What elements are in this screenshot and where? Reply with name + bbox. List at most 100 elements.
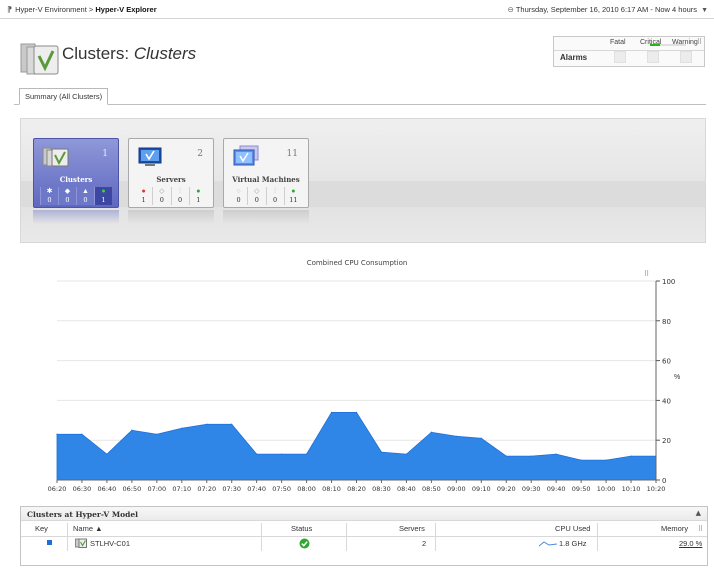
data-point xyxy=(206,423,208,425)
breadcrumb-separator: > xyxy=(88,5,94,14)
data-point xyxy=(56,433,58,435)
row-name[interactable]: STLHV-C01 xyxy=(90,539,130,548)
critical-state-icon: ◇ xyxy=(159,188,165,195)
critical-state-icon: ◆ xyxy=(64,188,71,195)
sort-ascending-icon: ▲ xyxy=(95,524,103,533)
stat-unknown[interactable]: ○ 0 xyxy=(230,187,247,205)
tab-strip xyxy=(14,104,706,105)
data-point xyxy=(480,437,482,439)
clusters-grid-panel: Clusters at Hyper-V Model ▲ ⠿ Key Name ▲… xyxy=(20,506,708,566)
tile-servers-stats: ● 1 ◇ 0 ⁞ 0 ● 1 xyxy=(135,187,207,205)
column-key[interactable]: Key xyxy=(35,524,48,536)
column-name[interactable]: Name ▲ xyxy=(73,524,103,536)
warning-state-icon: ▲ xyxy=(82,188,89,195)
stat-critical[interactable]: ◇ 0 xyxy=(247,187,265,205)
y-tick-label: 20 xyxy=(662,437,671,445)
column-divider xyxy=(67,523,68,551)
data-point xyxy=(231,423,233,425)
tile-servers-label: Servers xyxy=(156,175,186,184)
x-tick-label: 09:30 xyxy=(522,485,541,493)
error-state-icon: ● xyxy=(141,188,146,195)
unknown-state-icon: ○ xyxy=(236,188,241,195)
x-tick-label: 10:20 xyxy=(647,485,666,493)
data-point xyxy=(455,435,457,437)
data-point xyxy=(156,433,158,435)
stat-critical[interactable]: ◇ 0 xyxy=(152,187,170,205)
normal-state-icon: ● xyxy=(291,188,296,195)
y-tick-label: 0 xyxy=(662,477,666,485)
tab-summary[interactable]: Summary (All Clusters) xyxy=(19,88,109,105)
stat-failed[interactable]: ● 1 xyxy=(135,187,152,205)
alarm-fatal-cell[interactable] xyxy=(614,51,626,63)
breadcrumb-parent[interactable]: Hyper-V Environment xyxy=(15,5,87,14)
x-tick-label: 06:30 xyxy=(73,485,92,493)
tile-clusters-stats: ✱ 0 ◆ 0 ▲ 0 ● 1 xyxy=(40,187,112,205)
x-tick-label: 09:40 xyxy=(547,485,566,493)
data-point xyxy=(281,453,283,455)
chevron-down-icon[interactable]: ▼ xyxy=(701,7,708,14)
x-tick-label: 09:20 xyxy=(497,485,516,493)
data-point xyxy=(530,455,532,457)
x-tick-label: 08:30 xyxy=(372,485,391,493)
data-point xyxy=(555,453,557,455)
data-point xyxy=(380,451,383,453)
critical-state-icon: ◇ xyxy=(254,188,260,195)
alarms-summary[interactable]: Fatal Critical Warning ⠿ Alarms xyxy=(553,36,705,67)
normal-state-icon: ● xyxy=(196,188,201,195)
tile-reflection xyxy=(33,210,119,224)
warning-state-icon: ⁞ xyxy=(274,188,277,195)
cpu-consumption-chart: 0 20 40 60 80 100 06:20 06:30 06:40 06:50 07:00 07:… xyxy=(48,278,676,493)
time-range-selector[interactable]: ⊖ Thursday, September 16, 2010 6:17 AM - … xyxy=(508,5,708,14)
memory-usage-fill xyxy=(650,44,661,46)
tile-servers-count: 2 xyxy=(197,149,203,159)
memory-usage-bar xyxy=(650,44,686,46)
tile-clusters-count: 1 xyxy=(102,149,108,159)
alarm-column-fatal: Fatal xyxy=(610,39,626,46)
x-tick-label: 07:40 xyxy=(247,485,266,493)
tile-clusters-label: Clusters xyxy=(59,175,93,184)
tile-clusters[interactable]: 1 Clusters ✱ 0 ◆ 0 ▲ 0 ● 1 xyxy=(33,138,119,208)
data-point xyxy=(605,459,607,461)
alarm-critical-cell[interactable] xyxy=(647,51,659,63)
stat-normal[interactable]: ● 1 xyxy=(94,187,112,205)
row-memory: 29.0 % xyxy=(679,539,703,548)
data-point xyxy=(131,429,133,431)
clusters-page-icon xyxy=(20,43,59,75)
tile-vms-label: Virtual Machines xyxy=(232,175,300,184)
stat-unknown[interactable]: ✱ 0 xyxy=(40,187,58,205)
x-tick-label: 08:00 xyxy=(297,485,316,493)
warning-state-icon: ⁞ xyxy=(179,188,182,195)
data-point xyxy=(505,455,507,457)
tree-icon: ⁋ xyxy=(7,5,13,14)
column-status[interactable]: Status xyxy=(291,524,312,536)
stat-normal[interactable]: ● 11 xyxy=(283,187,302,205)
time-range-text: Thursday, September 16, 2010 6:17 AM - N… xyxy=(515,5,698,14)
collapse-icon[interactable]: ▲ xyxy=(696,509,701,517)
unknown-state-icon: ✱ xyxy=(46,188,53,195)
stat-warning[interactable]: ⁞ 0 xyxy=(170,187,189,205)
data-point xyxy=(330,411,333,413)
tile-virtual-machines[interactable]: 11 Virtual Machines ○ 0 ◇ 0 ⁞ 0 ● 11 xyxy=(223,138,309,208)
alarm-warning-cell[interactable] xyxy=(680,51,692,63)
tile-servers[interactable]: 2 Servers ● 1 ◇ 0 ⁞ 0 ● 1 xyxy=(128,138,214,208)
stat-normal[interactable]: ● 1 xyxy=(188,187,207,205)
column-cpu-used[interactable]: CPU Used xyxy=(555,524,590,536)
x-tick-label: 07:10 xyxy=(172,485,191,493)
stat-warning[interactable]: ▲ 0 xyxy=(76,187,94,205)
column-memory[interactable]: Memory xyxy=(661,524,688,536)
data-point xyxy=(430,431,432,433)
chart-y-unit: % xyxy=(674,374,681,381)
stat-critical[interactable]: ◆ 0 xyxy=(58,187,76,205)
grid-title: Clusters at Hyper-V Model xyxy=(27,510,139,519)
time-range-icon: ⊖ xyxy=(507,5,514,14)
tile-reflection xyxy=(128,210,214,224)
grid-columns-icon[interactable]: ⠿ xyxy=(698,525,703,533)
x-tick-label: 07:30 xyxy=(222,485,241,493)
stat-warning[interactable]: ⁞ 0 xyxy=(265,187,284,205)
data-point xyxy=(106,453,108,455)
page-title-view: Clusters xyxy=(133,44,197,63)
cluster-icon xyxy=(75,538,87,548)
column-servers[interactable]: Servers xyxy=(399,524,425,536)
tile-vms-count: 11 xyxy=(286,149,298,159)
grid-options-icon[interactable]: ⠿ xyxy=(697,38,702,46)
